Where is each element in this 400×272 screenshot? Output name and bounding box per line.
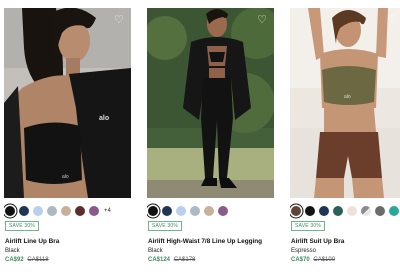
color-swatch[interactable] bbox=[347, 206, 357, 216]
color-swatches bbox=[291, 204, 399, 218]
color-swatches: +4 bbox=[5, 204, 111, 218]
original-price: CA$100 bbox=[313, 257, 336, 263]
original-price: CA$178 bbox=[173, 257, 196, 263]
more-colors-link[interactable]: +4 bbox=[104, 208, 111, 214]
heart-icon[interactable]: ♡ bbox=[386, 14, 398, 26]
color-swatch[interactable] bbox=[61, 206, 71, 216]
product-name[interactable]: Airlift Line Up Bra bbox=[5, 238, 59, 245]
svg-text:alo: alo bbox=[62, 174, 69, 180]
svg-text:alo: alo bbox=[99, 115, 109, 122]
color-swatch[interactable] bbox=[47, 206, 57, 216]
color-swatch[interactable] bbox=[218, 206, 228, 216]
heart-icon[interactable]: ♡ bbox=[256, 14, 268, 26]
color-swatch[interactable] bbox=[33, 206, 43, 216]
color-swatch[interactable] bbox=[291, 206, 301, 216]
original-price: CA$118 bbox=[27, 257, 49, 263]
price: CA$92 CA$118 bbox=[5, 257, 49, 263]
product-image[interactable]: ♡ bbox=[147, 8, 274, 198]
color-swatch[interactable] bbox=[305, 206, 315, 216]
sale-price: CA$92 bbox=[5, 257, 24, 263]
color-swatch[interactable] bbox=[176, 206, 186, 216]
color-swatches bbox=[148, 204, 228, 218]
color-swatch[interactable] bbox=[389, 206, 399, 216]
price: CA$70 CA$100 bbox=[291, 257, 335, 263]
product-photo-model-espresso-bra: alo bbox=[290, 8, 400, 198]
product-photo-model-black-legging bbox=[147, 8, 274, 198]
discount-badge: SAVE 30% bbox=[148, 221, 182, 231]
color-swatch[interactable] bbox=[333, 206, 343, 216]
product-card[interactable]: alo alo ♡ +4 SAVE 30% Airlift Line Up Br… bbox=[4, 0, 131, 272]
product-card[interactable]: alo ♡ SAVE 30% Airlift Suit Up Bra Espre… bbox=[290, 0, 400, 272]
color-swatch[interactable] bbox=[75, 206, 85, 216]
svg-text:alo: alo bbox=[344, 94, 351, 100]
color-swatch[interactable] bbox=[319, 206, 329, 216]
product-photo-model-black-bra: alo alo bbox=[4, 8, 131, 198]
product-color: Espresso bbox=[291, 248, 317, 254]
price: CA$124 CA$178 bbox=[148, 257, 195, 263]
heart-icon[interactable]: ♡ bbox=[113, 14, 125, 26]
product-color: Black bbox=[5, 248, 20, 254]
color-swatch[interactable] bbox=[162, 206, 172, 216]
color-swatch[interactable] bbox=[148, 206, 158, 216]
sale-price: CA$124 bbox=[148, 257, 171, 263]
discount-badge: SAVE 30% bbox=[5, 221, 39, 231]
color-swatch[interactable] bbox=[19, 206, 29, 216]
product-name[interactable]: Airlift High-Waist 7/8 Line Up Legging bbox=[148, 238, 262, 245]
color-swatch[interactable] bbox=[5, 206, 15, 216]
color-swatch[interactable] bbox=[190, 206, 200, 216]
color-swatch[interactable] bbox=[204, 206, 214, 216]
color-swatch[interactable] bbox=[361, 206, 371, 216]
color-swatch[interactable] bbox=[375, 206, 385, 216]
product-image[interactable]: alo ♡ bbox=[290, 8, 400, 198]
discount-badge: SAVE 30% bbox=[291, 221, 325, 231]
product-card[interactable]: ♡ SAVE 30% Airlift High-Waist 7/8 Line U… bbox=[147, 0, 274, 272]
sale-price: CA$70 bbox=[291, 257, 310, 263]
color-swatch[interactable] bbox=[89, 206, 99, 216]
product-color: Black bbox=[148, 248, 163, 254]
product-image[interactable]: alo alo ♡ bbox=[4, 8, 131, 198]
product-name[interactable]: Airlift Suit Up Bra bbox=[291, 238, 344, 245]
